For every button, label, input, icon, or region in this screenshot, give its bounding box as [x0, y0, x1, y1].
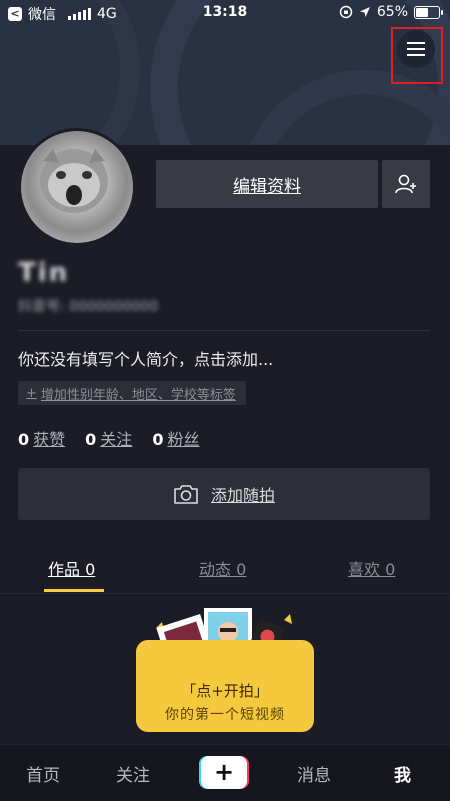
nav-home[interactable]: 首页 — [26, 761, 60, 786]
profile-stats: 0 获赞 0 关注 0 粉丝 — [18, 426, 199, 450]
stat-following[interactable]: 0 关注 — [85, 426, 132, 450]
tabs-divider — [0, 593, 450, 594]
tab-works[interactable]: 作品 0 — [48, 556, 95, 580]
stat-likes[interactable]: 0 获赞 — [18, 426, 65, 450]
edit-profile-button[interactable]: 编辑资料 — [156, 160, 378, 208]
profile-uid: 抖音号: 0000000000 — [18, 299, 159, 315]
stat-likes-label: 获赞 — [33, 430, 66, 449]
add-friend-icon — [395, 174, 416, 194]
stat-followers-count: 0 — [152, 430, 164, 449]
content-tabs: 作品 0 动态 0 喜欢 0 — [0, 556, 450, 592]
promo-title: 「点+开拍」 — [181, 682, 269, 700]
stat-following-count: 0 — [85, 430, 97, 449]
camera-icon — [174, 485, 198, 504]
profile-bio[interactable]: 你还没有填写个人简介，点击添加... — [18, 346, 273, 370]
create-video-button[interactable]: + — [199, 756, 249, 789]
cat-avatar-image — [40, 149, 108, 213]
add-friend-button[interactable] — [382, 160, 430, 208]
nav-messages[interactable]: 消息 — [297, 761, 331, 786]
stat-followers-label: 粉丝 — [167, 430, 200, 449]
avatar[interactable] — [18, 128, 136, 246]
promo-subtitle: 你的第一个短视频 — [165, 707, 285, 723]
plus-icon: + — [201, 756, 247, 789]
stat-likes-count: 0 — [18, 430, 30, 449]
status-bar: < 微信 4G 13:18 65% — [0, 0, 450, 26]
first-video-promo[interactable]: 「点+开拍」 你的第一个短视频 — [136, 640, 314, 732]
stat-following-label: 关注 — [100, 430, 133, 449]
location-icon — [359, 7, 370, 17]
orientation-lock-icon — [339, 5, 353, 19]
nav-me[interactable]: 我 — [394, 761, 411, 786]
add-tags-label: 增加性别年龄、地区、学校等标签 — [40, 387, 236, 403]
profile-name: Tin — [18, 258, 70, 288]
edit-profile-label: 编辑资料 — [233, 176, 301, 197]
tab-likes[interactable]: 喜欢 0 — [348, 556, 395, 580]
nav-follow[interactable]: 关注 — [116, 761, 150, 786]
plus-icon: + — [26, 385, 37, 401]
add-moment-button[interactable]: 添加随拍 — [18, 468, 430, 520]
battery-icon — [414, 5, 443, 19]
tab-moments[interactable]: 动态 0 — [199, 556, 246, 580]
divider — [18, 330, 430, 331]
stat-followers[interactable]: 0 粉丝 — [152, 426, 199, 450]
menu-highlight-box — [391, 27, 443, 84]
battery-percent: 65% — [376, 4, 408, 20]
active-tab-indicator — [44, 589, 104, 592]
bottom-nav: 首页 关注 + 消息 我 — [0, 744, 450, 801]
add-tags-chip[interactable]: + 增加性别年龄、地区、学校等标签 — [18, 381, 246, 405]
add-moment-label: 添加随拍 — [210, 486, 275, 505]
